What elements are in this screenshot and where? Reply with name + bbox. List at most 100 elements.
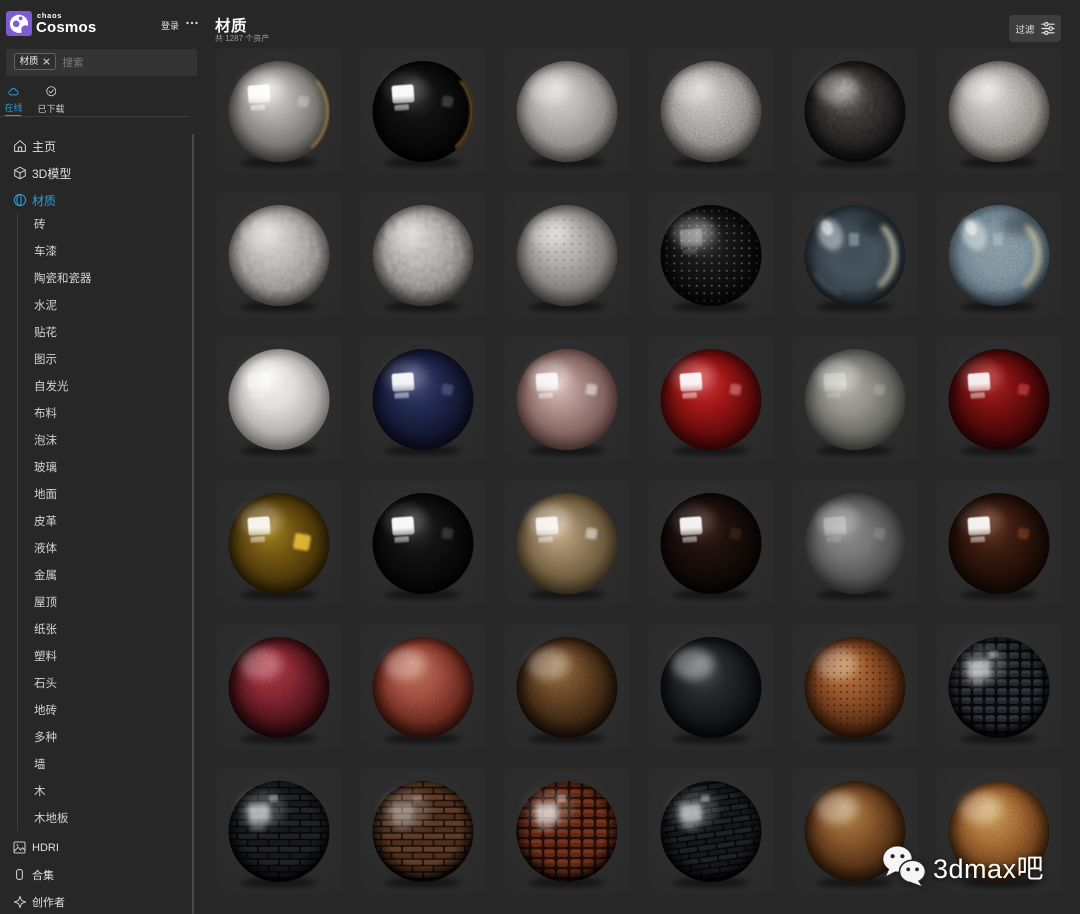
asset-count: 共 1287 个资产 [215, 33, 270, 43]
subcategory-item[interactable]: 木地板 [34, 813, 69, 826]
material-tile-perforated-black[interactable] [648, 192, 774, 318]
sparkle-icon [12, 894, 27, 909]
cube-icon [12, 166, 27, 181]
material-tile-black-croc-gloss[interactable] [936, 624, 1062, 750]
material-tile-dark-red-gloss[interactable] [936, 336, 1062, 462]
filter-label: 过滤 [1015, 24, 1035, 36]
filter-button[interactable]: 过滤 [1009, 15, 1061, 42]
search-filter-chip[interactable]: 材质 [14, 53, 56, 70]
tab-online[interactable]: 在线 [4, 87, 23, 114]
sliders-icon [1040, 22, 1055, 35]
chip-close-icon[interactable] [43, 58, 50, 65]
collection-icon [12, 867, 27, 882]
watermark-text: 3dmax吧 [933, 853, 1045, 884]
more-menu-button[interactable] [185, 16, 199, 30]
check-circle-icon [45, 86, 57, 97]
subcategory-item[interactable]: 塑料 [34, 651, 57, 664]
sidebar-scrollbar[interactable] [192, 134, 194, 914]
material-tile-terracotta-clay[interactable] [360, 624, 486, 750]
subcategory-item[interactable]: 金属 [34, 570, 57, 583]
material-tile-gloss-black[interactable] [360, 480, 486, 606]
subcategory-item[interactable]: 地面 [34, 489, 57, 502]
sphere-icon [12, 193, 27, 208]
material-tile-rose-translucent-glass[interactable] [504, 336, 630, 462]
subcategory-item[interactable]: 玻璃 [34, 462, 57, 475]
material-tile-rough-asphalt-black[interactable] [792, 48, 918, 174]
sidebar-item-home[interactable]: 主页 [12, 138, 56, 154]
wechat-icon [883, 846, 926, 886]
subcategory-item[interactable]: 地砖 [34, 705, 57, 718]
material-tile-polished-ceramic-white[interactable] [216, 48, 342, 174]
material-tile-candy-red-gloss[interactable] [648, 336, 774, 462]
material-tile-rough-plaster[interactable] [216, 192, 342, 318]
subcategory-item[interactable]: 贴花 [34, 327, 57, 340]
material-tile-black-glazed-brick-2[interactable] [648, 768, 774, 894]
subcategory-item[interactable]: 砖 [34, 219, 46, 232]
home-icon [12, 139, 27, 154]
sidebar-item-creators[interactable]: 创作者 [12, 894, 65, 910]
material-tile-polished-black[interactable] [360, 48, 486, 174]
subcategory-item[interactable]: 车漆 [34, 246, 57, 259]
login-button[interactable]: 登录 [161, 19, 179, 32]
chip-label: 材质 [19, 55, 39, 67]
sidebar-item-collections[interactable]: 合集 [12, 867, 54, 883]
chaos-logo-icon [6, 11, 32, 36]
sidebar-item-materials[interactable]: 材质 [12, 192, 56, 208]
material-tile-red-leather[interactable] [216, 624, 342, 750]
tab-downloaded[interactable]: 已下载 [37, 86, 65, 115]
sidebar-item-hdri[interactable]: HDRI [12, 840, 59, 856]
material-tile-coffee-brown-gloss[interactable] [936, 480, 1062, 606]
material-tile-matte-gray-plaster[interactable] [504, 48, 630, 174]
tab-divider [0, 116, 190, 118]
subcategory-item[interactable]: 屋顶 [34, 597, 57, 610]
subcategory-item[interactable]: 墙 [34, 759, 46, 772]
material-tile-brown-leather[interactable] [504, 624, 630, 750]
search-input[interactable]: 材质 搜索 [6, 49, 197, 76]
material-tile-navy-blue-gloss[interactable] [360, 336, 486, 462]
image-icon [12, 840, 27, 855]
subcategory-item[interactable]: 布料 [34, 408, 57, 421]
subcategory-item[interactable]: 泡沫 [34, 435, 57, 448]
sidebar-item-label: 主页 [32, 139, 57, 154]
material-tile-frosted-smoke-gray[interactable] [792, 480, 918, 606]
subcategory-item[interactable]: 多种 [34, 732, 57, 745]
material-tile-speckled-concrete[interactable] [648, 48, 774, 174]
sidebar-item-label: 合集 [32, 869, 54, 882]
tab-downloaded-label: 已下载 [37, 103, 65, 114]
chaos-logo[interactable] [6, 11, 32, 36]
subcategory-item[interactable]: 陶瓷和瓷器 [34, 273, 92, 286]
brand-cosmos: Cosmos [36, 19, 97, 36]
tab-online-label: 在线 [4, 103, 23, 113]
material-tile-brown-brick[interactable] [360, 768, 486, 894]
search-placeholder: 搜索 [62, 57, 84, 69]
subcategory-item[interactable]: 液体 [34, 543, 57, 556]
material-tile-clear-glass[interactable] [792, 192, 918, 318]
sidebar-item-label: 3D模型 [32, 166, 72, 181]
subcategory-item[interactable]: 石头 [34, 678, 57, 691]
subcategory-item[interactable]: 水泥 [34, 300, 57, 313]
subcategory-item[interactable]: 图示 [34, 354, 57, 367]
material-tile-amber-glass[interactable] [216, 480, 342, 606]
material-tile-stucco-light-gray[interactable] [936, 48, 1062, 174]
subcategory-item[interactable]: 自发光 [34, 381, 69, 394]
material-tile-dimpled-acoustic-gray[interactable] [504, 192, 630, 318]
subcategory-item[interactable]: 皮革 [34, 516, 57, 529]
watermark: 3dmax吧 [882, 845, 1044, 887]
material-tile-black-glazed-brick[interactable] [216, 768, 342, 894]
material-tile-crumpled-plaster[interactable] [360, 192, 486, 318]
material-tile-frosted-blue-glass[interactable] [936, 192, 1062, 318]
material-tile-tan-translucent[interactable] [504, 480, 630, 606]
sidebar-item-label: HDRI [32, 841, 59, 854]
sidebar-item-label: 材质 [32, 193, 57, 208]
material-tile-croc-leather-redbrown[interactable] [504, 768, 630, 894]
cloud-icon [8, 87, 19, 96]
material-tile-perforated-tan-leather[interactable] [792, 624, 918, 750]
material-tile-frosted-gray-green[interactable] [792, 336, 918, 462]
subcategory-item[interactable]: 木 [34, 786, 46, 799]
material-tile-black-leather[interactable] [648, 624, 774, 750]
sidebar-item-3d-models[interactable]: 3D模型 [12, 165, 71, 181]
material-tile-porcelain-white[interactable] [216, 336, 342, 462]
chaos-cosmos-app: chaos Cosmos 登录 材质 搜索 在线 已下载 主页 3D模型 材质 砖车… [0, 0, 1080, 914]
subcategory-item[interactable]: 纸张 [34, 624, 57, 637]
material-tile-chocolate-gloss[interactable] [648, 480, 774, 606]
